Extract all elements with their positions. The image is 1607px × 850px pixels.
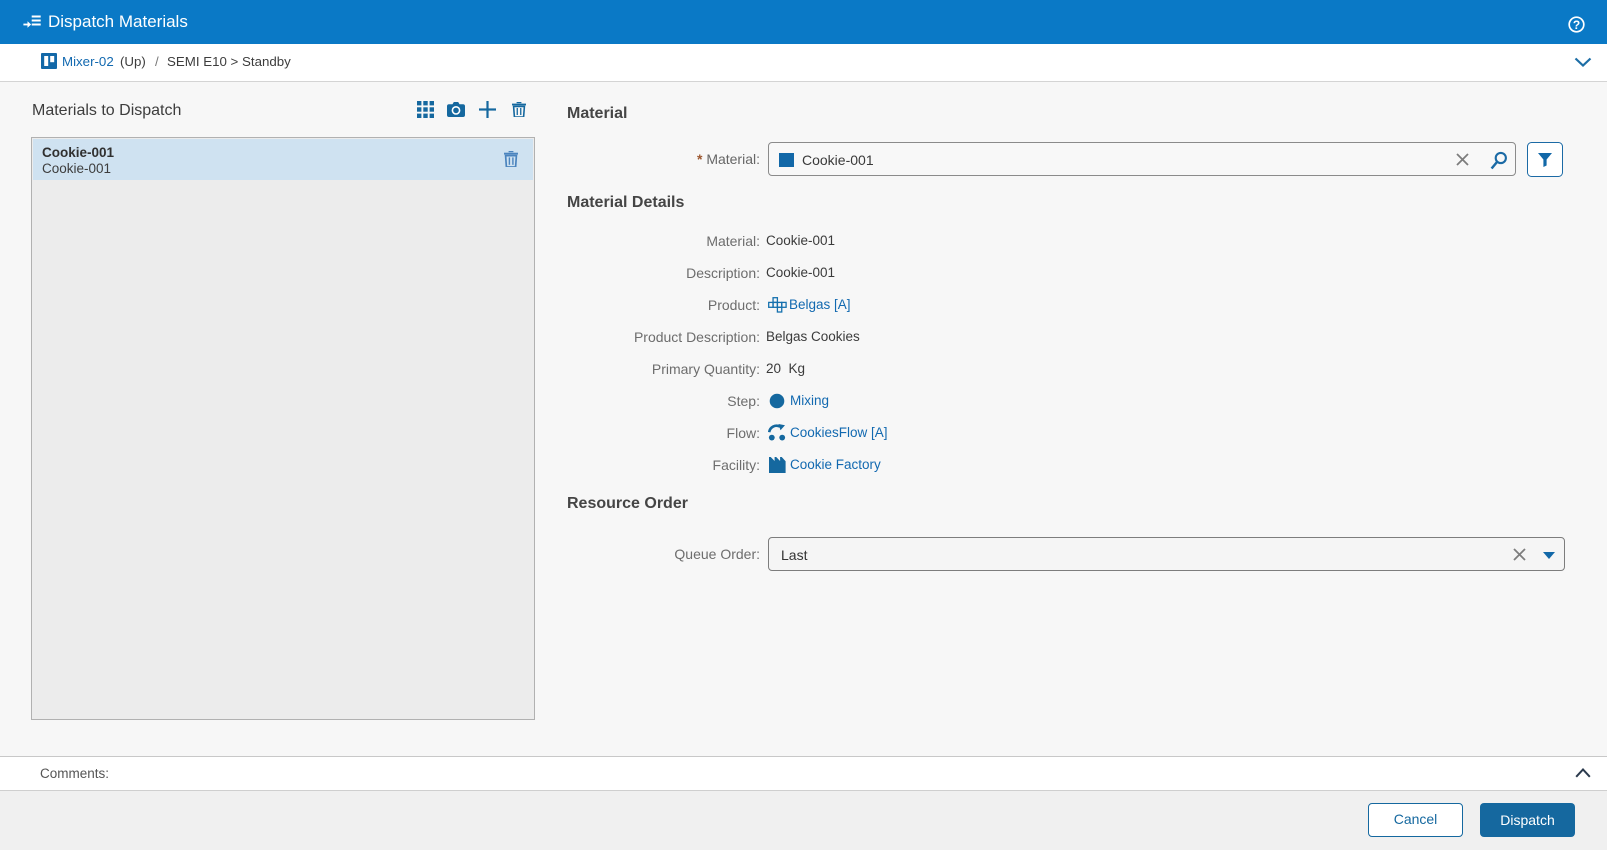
svg-text:?: ? (1573, 18, 1580, 32)
